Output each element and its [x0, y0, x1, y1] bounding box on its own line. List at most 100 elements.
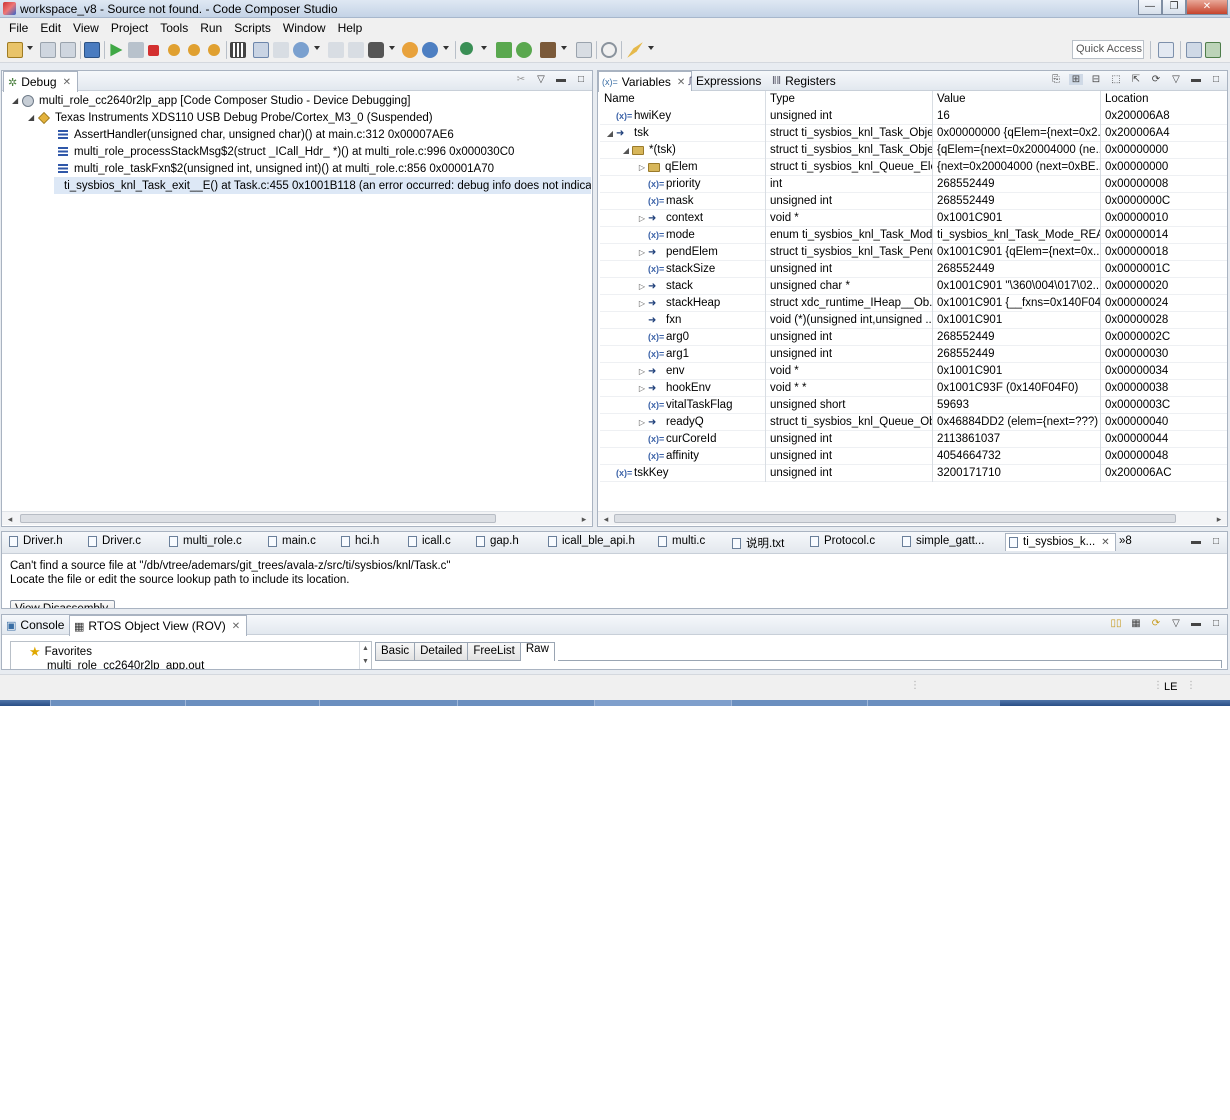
- expand-icon[interactable]: ▷: [636, 380, 648, 397]
- step-assembly-icon[interactable]: [496, 42, 512, 58]
- step-return-icon[interactable]: [208, 44, 220, 56]
- perspective-edit-icon[interactable]: [1186, 42, 1202, 58]
- scroll-left-icon[interactable]: ◂: [600, 512, 612, 526]
- watch-icon[interactable]: [273, 42, 289, 58]
- variable-row[interactable]: ▷ ➜ context void * 0x1001C901 0x00000010: [600, 210, 1227, 227]
- minimize-button[interactable]: —: [1138, 0, 1162, 15]
- expand-icon[interactable]: ▷: [636, 278, 648, 295]
- refresh-icon[interactable]: ⟳: [1149, 74, 1163, 85]
- close-icon[interactable]: ✕: [1101, 537, 1109, 548]
- variable-row[interactable]: (x)= curCoreId unsigned int 2113861037 0x000…: [600, 431, 1227, 448]
- run-dropdown-icon[interactable]: [443, 46, 449, 50]
- rov-favorites-item[interactable]: ★ Favorites: [29, 644, 92, 660]
- editor-tab-shuoming-txt[interactable]: 说明.txt: [732, 535, 784, 551]
- menu-file[interactable]: File: [3, 21, 34, 35]
- rov-columns-icon[interactable]: ▯▯: [1109, 618, 1123, 629]
- debug-bug-icon[interactable]: [460, 42, 473, 55]
- tools-icon[interactable]: [540, 42, 556, 58]
- variable-row[interactable]: ▷ ➜ stackHeap struct xdc_runtime_IHeap__Ob.…: [600, 295, 1227, 312]
- tools-dropdown-icon[interactable]: [561, 46, 567, 50]
- editor-tab-driver-c[interactable]: Driver.c: [88, 535, 141, 547]
- open-perspective-icon[interactable]: [1158, 42, 1174, 58]
- menu-window[interactable]: Window: [277, 21, 332, 35]
- variable-row[interactable]: (x)= affinity unsigned int 4054664732 0x0000…: [600, 448, 1227, 465]
- close-icon[interactable]: ✕: [677, 77, 685, 88]
- menu-project[interactable]: Project: [105, 21, 154, 35]
- stack-frame-row[interactable]: multi_role_taskFxn$2(unsigned int, unsig…: [58, 160, 494, 177]
- variable-row[interactable]: ▷ ➜ hookEnv void * * 0x1001C93F (0x140F04F0)…: [600, 380, 1227, 397]
- editor-tab-hci-h[interactable]: hci.h: [341, 535, 379, 547]
- maximize-view-icon[interactable]: □: [1209, 618, 1223, 629]
- scroll-thumb[interactable]: [20, 514, 496, 523]
- variables-hscrollbar[interactable]: ◂ ▸: [598, 511, 1227, 525]
- view-menu-icon[interactable]: ▽: [1169, 74, 1183, 85]
- editor-tab-icall-c[interactable]: icall.c: [408, 535, 451, 547]
- menu-edit[interactable]: Edit: [34, 21, 67, 35]
- pin-dropdown-icon[interactable]: [648, 46, 654, 50]
- collapse-icon[interactable]: ◢: [620, 142, 632, 159]
- taskbar-item[interactable]: [319, 700, 457, 706]
- collapse-icon[interactable]: ◢: [28, 113, 38, 122]
- terminate-icon[interactable]: [148, 45, 159, 56]
- taskbar-item[interactable]: [594, 700, 731, 706]
- expand-icon[interactable]: ▷: [636, 295, 648, 312]
- variable-row[interactable]: ▷ ➜ stack unsigned char * 0x1001C901 "\360\0…: [600, 278, 1227, 295]
- column-header-value[interactable]: Value: [933, 91, 1101, 108]
- view-disassembly-button[interactable]: View Disassembly...: [10, 600, 117, 608]
- stack-frame-row[interactable]: multi_role_processStackMsg$2(struct _ICa…: [58, 143, 514, 160]
- editor-tab-overflow[interactable]: »8: [1119, 535, 1132, 547]
- pin-icon[interactable]: [627, 42, 643, 58]
- rov-tab-basic[interactable]: Basic: [375, 642, 416, 661]
- save-all-icon[interactable]: [60, 42, 76, 58]
- build-dropdown-icon[interactable]: [389, 46, 395, 50]
- minimize-view-icon[interactable]: ▬: [554, 74, 568, 85]
- expand-icon[interactable]: ▷: [636, 244, 648, 261]
- maximize-button[interactable]: ❐: [1162, 0, 1186, 15]
- taskbar-item[interactable]: [867, 700, 1000, 706]
- perspective-debug-icon[interactable]: [1205, 42, 1221, 58]
- new-watch-icon[interactable]: ⬚: [1109, 74, 1123, 85]
- step-over-assembly-icon[interactable]: [516, 42, 532, 58]
- quick-access-input[interactable]: Quick Access: [1072, 40, 1144, 59]
- breakpoint-icon[interactable]: [328, 42, 344, 58]
- expand-icon[interactable]: ▷: [636, 210, 648, 227]
- column-header-name[interactable]: Name: [600, 91, 766, 108]
- debug-probe-row[interactable]: ◢ Texas Instruments XDS110 USB Debug Pro…: [28, 109, 433, 126]
- editor-tab-simple-gatt[interactable]: simple_gatt...: [902, 535, 984, 547]
- menu-help[interactable]: Help: [332, 21, 369, 35]
- scroll-thumb[interactable]: [614, 514, 1176, 523]
- new-icon[interactable]: [7, 42, 23, 58]
- tab-console[interactable]: ▣ Console: [6, 615, 64, 635]
- search-icon[interactable]: [601, 42, 617, 58]
- load-program-icon[interactable]: [293, 42, 309, 58]
- menu-run[interactable]: Run: [194, 21, 228, 35]
- editor-tab-driver-h[interactable]: Driver.h: [9, 535, 63, 547]
- variable-row[interactable]: (x)= vitalTaskFlag unsigned short 59693 0x00…: [600, 397, 1227, 414]
- rov-tree-scrollbar[interactable]: ▲ ▼: [359, 642, 371, 669]
- variable-row[interactable]: (x)= arg0 unsigned int 268552449 0x0000002C: [600, 329, 1227, 346]
- rov-tab-raw[interactable]: Raw: [520, 642, 555, 661]
- taskbar-item[interactable]: [731, 700, 867, 706]
- scroll-right-icon[interactable]: ▸: [1213, 512, 1225, 526]
- collapse-all-icon[interactable]: ⊟: [1089, 74, 1103, 85]
- editor-tab-task-c-active[interactable]: ti_sysbios_k... ✕: [1005, 533, 1116, 551]
- variable-row[interactable]: (x)= arg1 unsigned int 268552449 0x00000030: [600, 346, 1227, 363]
- variable-row[interactable]: ◢ *(tsk) struct ti_sysbios_knl_Task_Object…: [600, 142, 1227, 159]
- variable-row[interactable]: (x)= mask unsigned int 268552449 0x0000000C: [600, 193, 1227, 210]
- menu-tools[interactable]: Tools: [154, 21, 194, 35]
- editor-tab-gap-h[interactable]: gap.h: [476, 535, 519, 547]
- step-over-icon[interactable]: [188, 44, 200, 56]
- editor-tab-main-c[interactable]: main.c: [268, 535, 316, 547]
- debug-view-icon[interactable]: [84, 42, 100, 58]
- tab-expressions[interactable]: ꭍ Expressions: [688, 71, 761, 91]
- rov-program-item[interactable]: multi_role_cc2640r2lp_app.out: [29, 660, 204, 669]
- editor-tab-multi-c[interactable]: multi.c: [658, 535, 705, 547]
- maximize-view-icon[interactable]: □: [1209, 74, 1223, 85]
- maximize-view-icon[interactable]: □: [574, 74, 588, 85]
- tab-variables[interactable]: (x)= Variables ✕: [598, 71, 693, 92]
- variable-row[interactable]: (x)= mode enum ti_sysbios_knl_Task_Mode ti_…: [600, 227, 1227, 244]
- tab-rov[interactable]: ▦ RTOS Object View (ROV) ✕: [69, 615, 248, 636]
- collapse-icon[interactable]: ◢: [12, 96, 22, 105]
- variable-row[interactable]: (x)= hwiKey unsigned int 16 0x200006A8: [600, 108, 1227, 125]
- debug-dropdown-icon[interactable]: [481, 46, 487, 50]
